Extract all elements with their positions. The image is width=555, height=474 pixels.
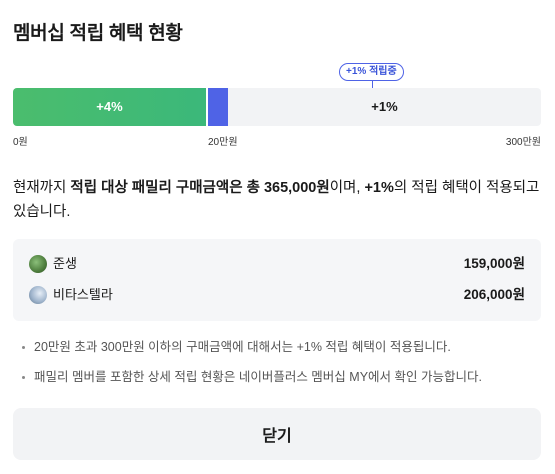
member-name: 준생	[53, 256, 77, 271]
notice-list: 20만원 초과 300만원 이하의 구매금액에 대해서는 +1% 적립 혜택이 …	[20, 339, 545, 399]
member-row: 비타스텔라 206,000원	[29, 284, 525, 306]
avatar	[29, 286, 47, 304]
accrual-summary: 현재까지 적립 대상 패밀리 구매금액은 총 365,000원이며, +1%의 …	[13, 176, 541, 224]
page-title: 멤버십 적립 혜택 현황	[13, 23, 183, 44]
membership-progress-bar: +4% +1%	[13, 88, 541, 126]
tick-max: 300만원	[505, 137, 541, 148]
member-row: 준생 159,000원	[29, 253, 525, 275]
family-member-list: 준생 159,000원 비타스텔라 206,000원	[13, 239, 541, 321]
segment-1pct-label: +1%	[371, 99, 398, 114]
member-name: 비타스텔라	[53, 287, 113, 302]
summary-middle: 이며,	[329, 180, 365, 196]
member-amount: 206,000원	[463, 287, 525, 302]
notice-item: 패밀리 멤버를 포함한 상세 적립 현황은 네이버플러스 멤버십 MY에서 확인…	[20, 369, 545, 385]
segment-4pct-label: +4%	[96, 99, 123, 114]
tick-start: 0원	[13, 137, 28, 148]
badge-pointer	[372, 81, 373, 88]
notice-item: 20만원 초과 300만원 이하의 구매금액에 대해서는 +1% 적립 혜택이 …	[20, 339, 545, 355]
summary-rate: +1%	[364, 180, 394, 196]
member-amount: 159,000원	[463, 256, 525, 271]
progress-segment-1pct-fill	[208, 88, 228, 126]
avatar	[29, 255, 47, 273]
summary-total-amount: 적립 대상 패밀리 구매금액은 총 365,000원	[70, 180, 330, 196]
current-rate-badge: +1% 적립중	[339, 63, 404, 81]
close-button[interactable]: 닫기	[13, 408, 541, 460]
tick-threshold: 20만원	[208, 137, 238, 148]
summary-prefix: 현재까지	[13, 180, 71, 196]
